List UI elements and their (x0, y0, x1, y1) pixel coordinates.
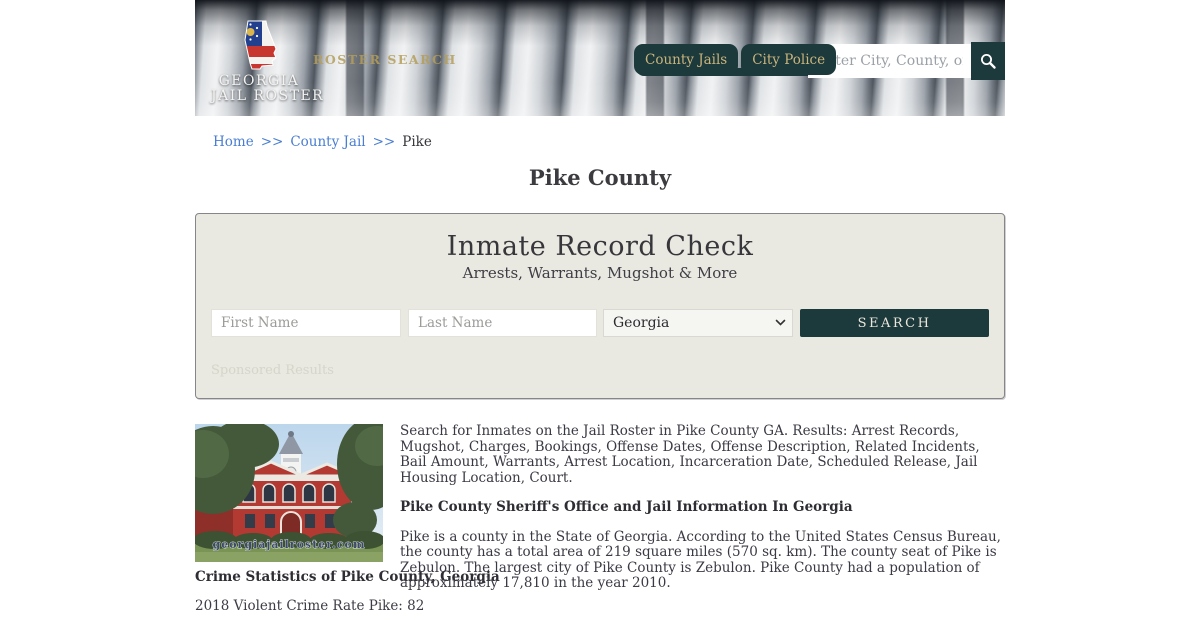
first-name-input[interactable] (211, 309, 401, 337)
record-check-form: Georgia SEARCH (211, 309, 989, 337)
logo-text-line1: GEORGIA (218, 73, 300, 89)
state-select-wrap: Georgia (603, 309, 793, 337)
header-banner: GEORGIA JAIL ROSTER ROSTER SEARCH County… (195, 0, 1005, 116)
content-section: georgiajailroster.com Crime Statistics o… (195, 423, 1005, 614)
last-name-input[interactable] (408, 309, 597, 337)
breadcrumb-current: Pike (402, 134, 432, 150)
state-select[interactable]: Georgia (603, 309, 793, 337)
breadcrumb-separator: >> (260, 134, 284, 150)
search-button[interactable]: SEARCH (800, 309, 989, 337)
header-search (808, 42, 1005, 80)
page-container: GEORGIA JAIL ROSTER ROSTER SEARCH County… (195, 0, 1005, 614)
page-title: Pike County (528, 165, 672, 190)
breadcrumb-home-link[interactable]: Home (213, 134, 254, 150)
record-check-subtitle: Arrests, Warrants, Mugshot & More (462, 264, 738, 282)
site-logo[interactable]: GEORGIA JAIL ROSTER (211, 20, 325, 104)
photo-watermark: georgiajailroster.com (213, 538, 366, 551)
right-column: Search for Inmates on the Jail Roster in… (400, 423, 1005, 614)
nav-county-jails-button[interactable]: County Jails (634, 44, 739, 75)
search-icon (981, 54, 996, 69)
section-heading: Pike County Sheriff's Office and Jail In… (400, 499, 853, 515)
left-column: georgiajailroster.com Crime Statistics o… (195, 424, 500, 614)
violent-crime-stat: 2018 Violent Crime Rate Pike: 82 (195, 598, 425, 614)
breadcrumb: Home >> County Jail >> Pike (195, 116, 1005, 150)
crime-stats-caption: Crime Statistics of Pike County, Georgia (195, 569, 500, 585)
inmate-record-check-panel: Inmate Record Check Arrests, Warrants, M… (195, 213, 1005, 399)
intro-paragraph: Search for Inmates on the Jail Roster in… (400, 423, 980, 486)
breadcrumb-county-jail-link[interactable]: County Jail (290, 134, 365, 150)
sponsored-results-label: Sponsored Results (211, 363, 334, 378)
record-check-title: Inmate Record Check (446, 231, 754, 262)
search-submit-button[interactable] (971, 42, 1005, 80)
header-nav: County Jails City Police (634, 44, 851, 76)
roster-search-label: ROSTER SEARCH (313, 52, 457, 67)
breadcrumb-separator: >> (372, 134, 396, 150)
courthouse-photo: georgiajailroster.com (195, 424, 383, 562)
logo-text-line2: JAIL ROSTER (211, 88, 325, 104)
nav-city-police-button[interactable]: City Police (741, 44, 837, 75)
georgia-flag-icon (244, 20, 277, 70)
county-description-paragraph: Pike is a county in the State of Georgia… (400, 528, 1001, 591)
